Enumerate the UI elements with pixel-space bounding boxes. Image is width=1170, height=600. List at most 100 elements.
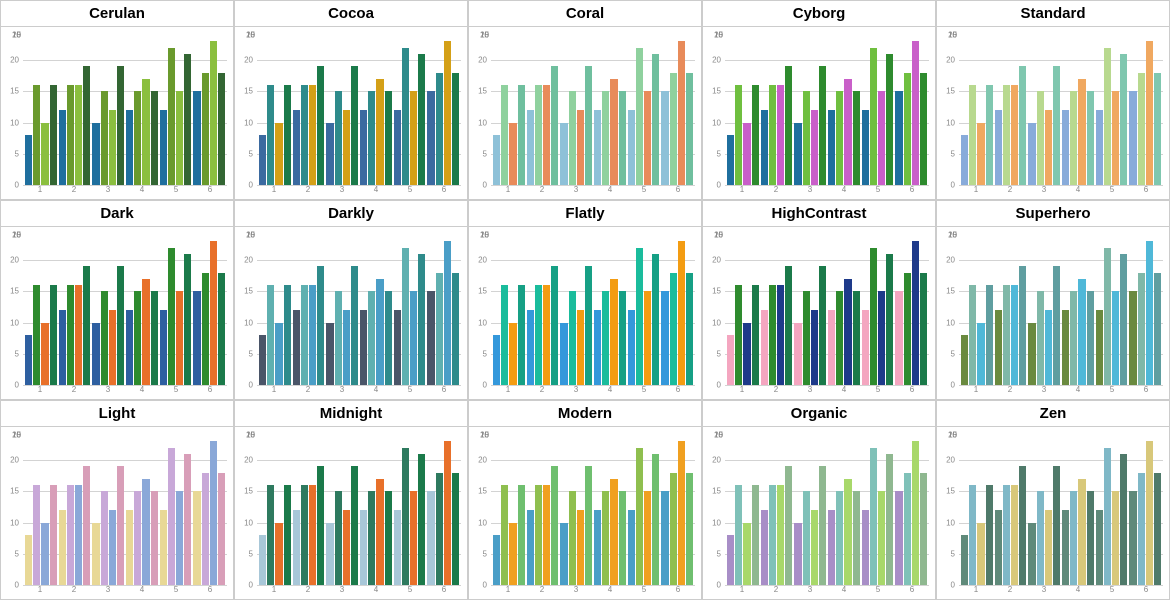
bar (134, 291, 141, 385)
bar (977, 523, 984, 586)
bar (777, 485, 784, 585)
bar (895, 291, 902, 385)
chart-cell: Darkly0510152005101520123456 (234, 200, 468, 400)
chart-title: Light (1, 401, 233, 427)
x-tick-label: 5 (408, 385, 412, 394)
bar (961, 535, 968, 585)
bar (418, 54, 425, 185)
bar (844, 79, 851, 185)
x-tick-label: 6 (208, 585, 212, 594)
y-tick-label: 20 (705, 431, 723, 440)
bar (518, 85, 525, 185)
bar (853, 491, 860, 585)
bar (360, 510, 367, 585)
chart-title: Standard (937, 1, 1169, 27)
x-tick-label: 1 (974, 585, 978, 594)
bar-group (761, 35, 793, 185)
bar (895, 91, 902, 185)
y-tick-label: 10 (244, 318, 253, 327)
bar (803, 491, 810, 585)
chart-area: 0510152005101520123456 (235, 427, 467, 599)
x-tick-label: 6 (442, 185, 446, 194)
x-tick-label: 2 (540, 585, 544, 594)
x-tick-label: 4 (140, 585, 144, 594)
bar (1129, 491, 1136, 585)
bar (652, 454, 659, 585)
chart-cell: Dark0510152005101520123456 (0, 200, 234, 400)
bar (101, 491, 108, 585)
bar (995, 110, 1002, 185)
x-tick-label: 5 (1110, 185, 1114, 194)
bar (986, 485, 993, 585)
bar (1129, 91, 1136, 185)
y-tick-label: 15 (478, 287, 487, 296)
bar (844, 279, 851, 385)
bar (819, 66, 826, 185)
y-tick-label: 10 (946, 518, 955, 527)
x-tick-label: 6 (1144, 185, 1148, 194)
bar-group (1028, 235, 1060, 385)
bar (535, 485, 542, 585)
bar (168, 448, 175, 586)
chart-title: Cocoa (235, 1, 467, 27)
bar (1037, 91, 1044, 185)
bar (785, 466, 792, 585)
y-tick-label: 5 (15, 149, 19, 158)
bar-group (560, 435, 592, 585)
chart-cell: Cyborg0510152005101520123456 (702, 0, 936, 200)
bar (33, 85, 40, 185)
bar (1003, 485, 1010, 585)
bar-group (727, 435, 759, 585)
chart-area: 0510152005101520123456 (1, 427, 233, 599)
bar (284, 85, 291, 185)
bar (743, 523, 750, 586)
bar (301, 285, 308, 385)
bar (67, 85, 74, 185)
bar (1062, 510, 1069, 585)
bar (1053, 266, 1060, 385)
bar-group (828, 235, 860, 385)
y-tick-label: 10 (244, 518, 253, 527)
bar (986, 85, 993, 185)
bar-group (160, 435, 192, 585)
x-tick-label: 2 (306, 385, 310, 394)
chart-area: 0510152005101520123456 (1, 227, 233, 399)
x-tick-label: 4 (1076, 385, 1080, 394)
y-tick-label: 0 (717, 381, 721, 390)
y-tick-label: 10 (10, 318, 19, 327)
bar (828, 110, 835, 185)
bar (202, 273, 209, 386)
x-tick-label: 2 (72, 385, 76, 394)
bar (501, 485, 508, 585)
x-tick-label: 1 (506, 185, 510, 194)
bar (142, 79, 149, 185)
y-tick-label: 20 (10, 256, 19, 265)
bar (309, 485, 316, 585)
x-tick-label: 1 (38, 185, 42, 194)
bar (493, 535, 500, 585)
bar (493, 335, 500, 385)
bar (509, 123, 516, 186)
bar (317, 66, 324, 185)
bar (427, 91, 434, 185)
bar (878, 91, 885, 185)
y-tick-label: 15 (478, 487, 487, 496)
x-tick-label: 1 (974, 385, 978, 394)
chart-cell: Coral0510152005101520123456 (468, 0, 702, 200)
bar-group (360, 235, 392, 385)
y-tick-label: 20 (471, 231, 489, 240)
x-tick-label: 6 (442, 385, 446, 394)
x-tick-label: 1 (272, 385, 276, 394)
bar (218, 273, 225, 386)
bar (117, 466, 124, 585)
bar (501, 85, 508, 185)
bar (1045, 310, 1052, 385)
bar (109, 510, 116, 585)
bar (628, 110, 635, 185)
bar-group (92, 235, 124, 385)
x-tick-label: 6 (442, 585, 446, 594)
bar (1138, 273, 1145, 386)
chart-cell: Standard0510152005101520123456 (936, 0, 1170, 200)
bar-group (560, 35, 592, 185)
y-tick-label: 15 (946, 487, 955, 496)
